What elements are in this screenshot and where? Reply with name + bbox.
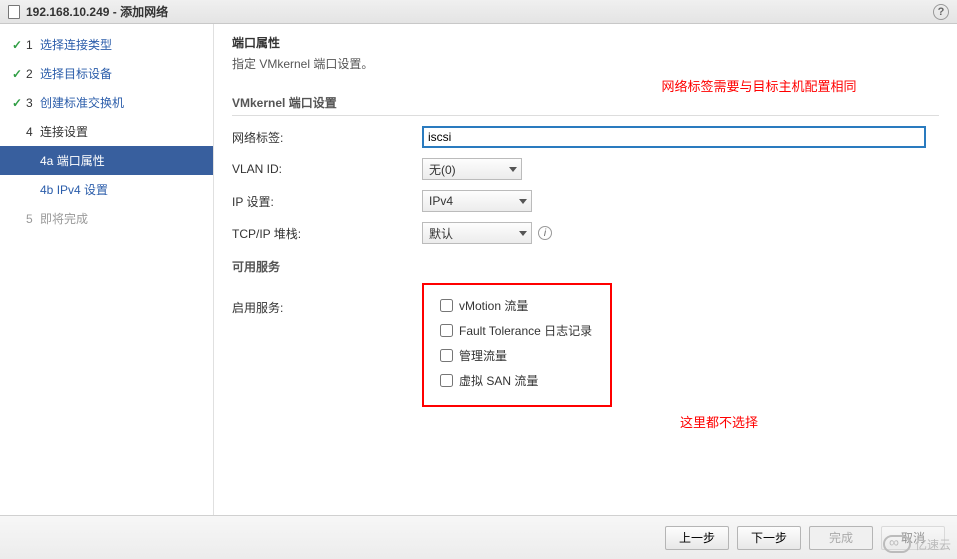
vmotion-label: vMotion 流量 [459, 297, 528, 314]
services-box: vMotion 流量 Fault Tolerance 日志记录 管理流量 虚拟 … [422, 283, 612, 407]
service-ft-row: Fault Tolerance 日志记录 [440, 322, 594, 339]
step-label: 即将完成 [40, 210, 88, 227]
help-icon[interactable]: ? [933, 4, 949, 20]
document-icon [8, 5, 20, 19]
ip-value: IPv4 [429, 194, 453, 208]
chevron-down-icon [509, 167, 517, 172]
row-vlan: VLAN ID: 无(0) [232, 158, 939, 180]
vlan-select[interactable]: 无(0) [422, 158, 522, 180]
page-heading: 端口属性 [232, 34, 939, 51]
step-number: 1 [26, 38, 40, 52]
step-1[interactable]: ✓ 1 选择连接类型 [0, 30, 213, 59]
step-4a[interactable]: 4a 端口属性 [0, 146, 213, 175]
info-icon[interactable]: i [538, 226, 552, 240]
vlan-value: 无(0) [429, 161, 456, 178]
ip-select[interactable]: IPv4 [422, 190, 532, 212]
step-label: 创建标准交换机 [40, 94, 124, 111]
mgmt-label: 管理流量 [459, 347, 507, 364]
step-label: 选择目标设备 [40, 65, 112, 82]
vsan-checkbox[interactable] [440, 374, 453, 387]
vmotion-checkbox[interactable] [440, 299, 453, 312]
check-icon: ✓ [12, 38, 26, 52]
next-button[interactable]: 下一步 [737, 526, 801, 550]
service-vsan-row: 虚拟 SAN 流量 [440, 372, 594, 389]
label-enable-services: 启用服务: [232, 289, 422, 316]
step-number: 4 [26, 125, 40, 139]
service-vmotion-row: vMotion 流量 [440, 297, 594, 314]
check-icon: ✓ [12, 96, 26, 110]
step-label: 选择连接类型 [40, 36, 112, 53]
cancel-button[interactable]: 取消 [881, 526, 945, 550]
page-description: 指定 VMkernel 端口设置。 [232, 55, 939, 72]
row-tcpip: TCP/IP 堆栈: 默认 i [232, 222, 939, 244]
label-network-label: 网络标签: [232, 129, 422, 146]
label-ip: IP 设置: [232, 193, 422, 210]
finish-button: 完成 [809, 526, 873, 550]
ft-checkbox[interactable] [440, 324, 453, 337]
step-4b[interactable]: 4b IPv4 设置 [0, 175, 213, 204]
step-label: 4b IPv4 设置 [40, 181, 108, 198]
step-label: 4a 端口属性 [40, 152, 105, 169]
service-mgmt-row: 管理流量 [440, 347, 594, 364]
window-title: 192.168.10.249 - 添加网络 [26, 3, 168, 20]
step-5: 5 即将完成 [0, 204, 213, 233]
step-number: 2 [26, 67, 40, 81]
network-label-input[interactable] [422, 126, 926, 148]
row-network-label: 网络标签: [232, 126, 939, 148]
content: ✓ 1 选择连接类型 ✓ 2 选择目标设备 ✓ 3 创建标准交换机 4 连接设置… [0, 24, 957, 515]
step-number: 3 [26, 96, 40, 110]
check-icon: ✓ [12, 67, 26, 81]
annotation-top: 网络标签需要与目标主机配置相同 [644, 79, 874, 96]
step-label: 连接设置 [40, 123, 88, 140]
step-number: 5 [26, 212, 40, 226]
row-enable-services: 启用服务: vMotion 流量 Fault Tolerance 日志记录 管理… [232, 289, 939, 407]
row-ip: IP 设置: IPv4 [232, 190, 939, 212]
step-3[interactable]: ✓ 3 创建标准交换机 [0, 88, 213, 117]
wizard-sidebar: ✓ 1 选择连接类型 ✓ 2 选择目标设备 ✓ 3 创建标准交换机 4 连接设置… [0, 24, 214, 515]
mgmt-checkbox[interactable] [440, 349, 453, 362]
tcpip-select[interactable]: 默认 [422, 222, 532, 244]
step-2[interactable]: ✓ 2 选择目标设备 [0, 59, 213, 88]
annotation-bottom: 这里都不选择 [644, 412, 794, 431]
ft-label: Fault Tolerance 日志记录 [459, 322, 592, 339]
label-tcpip: TCP/IP 堆栈: [232, 225, 422, 242]
prev-button[interactable]: 上一步 [665, 526, 729, 550]
tcpip-value: 默认 [429, 225, 453, 242]
vsan-label: 虚拟 SAN 流量 [459, 372, 538, 389]
chevron-down-icon [519, 199, 527, 204]
section-available-services: 可用服务 [232, 254, 939, 279]
main-panel: 端口属性 指定 VMkernel 端口设置。 网络标签需要与目标主机配置相同 V… [214, 24, 957, 515]
chevron-down-icon [519, 231, 527, 236]
label-vlan: VLAN ID: [232, 162, 422, 176]
titlebar: 192.168.10.249 - 添加网络 ? [0, 0, 957, 24]
step-4[interactable]: 4 连接设置 [0, 117, 213, 146]
footer: 上一步 下一步 完成 取消 亿速云 [0, 515, 957, 559]
